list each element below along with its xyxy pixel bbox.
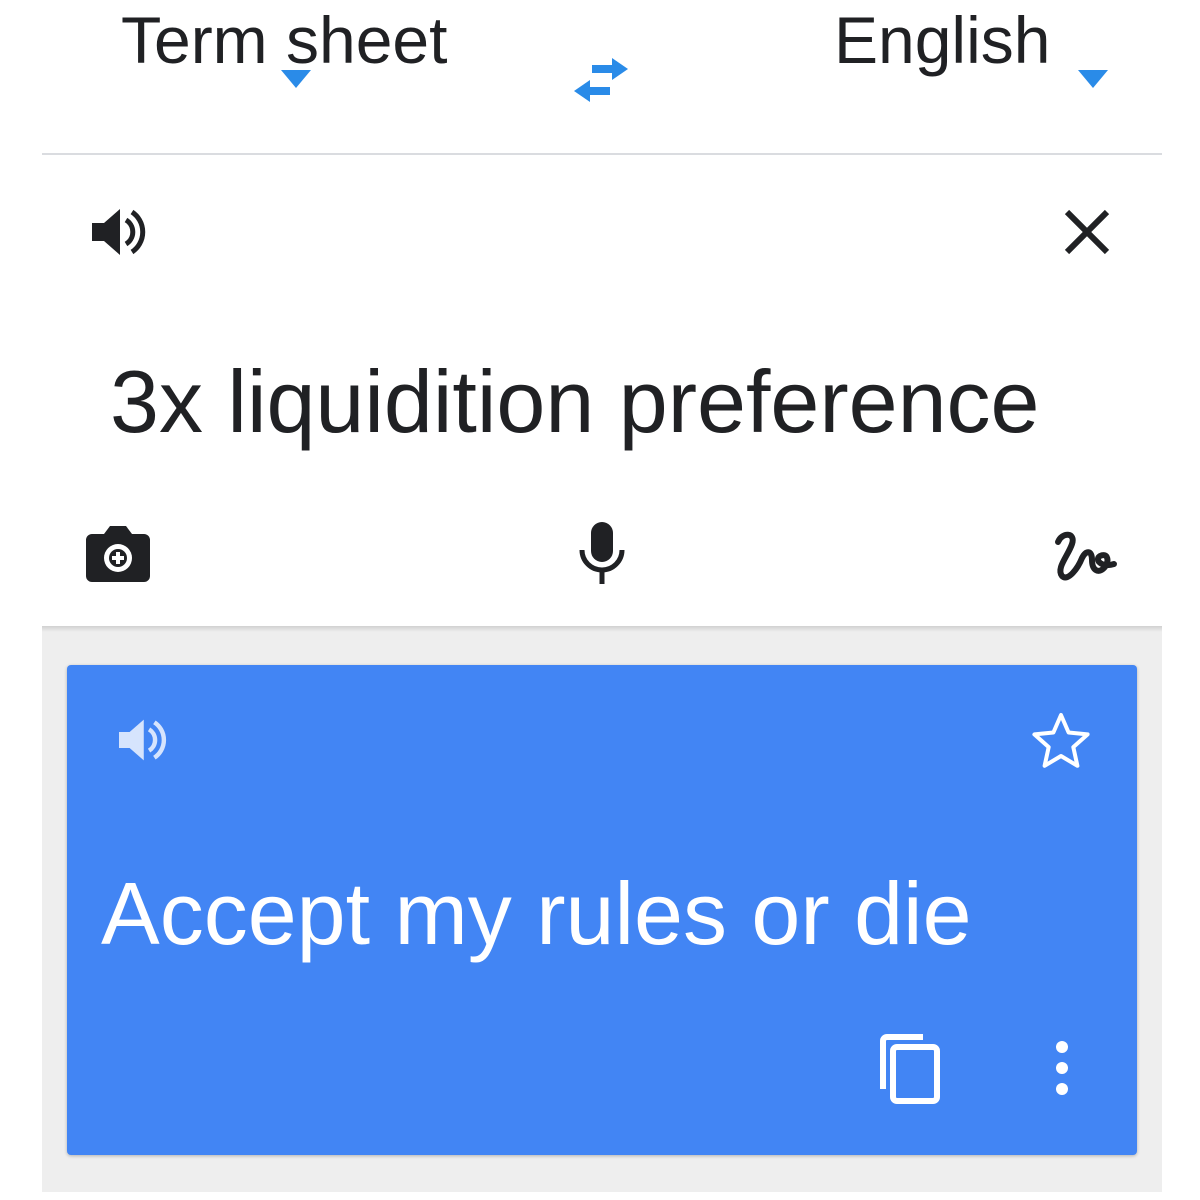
source-text-input[interactable]: 3x liquidition preference (110, 358, 1039, 446)
copy-icon[interactable] (877, 1033, 943, 1105)
source-language-label: Term sheet (121, 3, 448, 77)
close-icon[interactable] (1064, 209, 1110, 255)
star-outline-icon[interactable] (1031, 711, 1091, 769)
language-bar-divider (42, 153, 1162, 155)
speaker-icon[interactable] (117, 717, 167, 763)
dropdown-triangle-icon (281, 70, 311, 90)
camera-icon[interactable] (84, 522, 152, 584)
translation-result-text: Accept my rules or die (101, 864, 972, 963)
speaker-icon[interactable] (90, 206, 146, 258)
target-language-selector[interactable]: English (820, 0, 1120, 120)
dropdown-triangle-icon (1078, 70, 1108, 90)
more-vert-icon[interactable] (1047, 1039, 1077, 1097)
microphone-icon[interactable] (578, 520, 626, 588)
source-language-selector[interactable]: Term sheet (105, 0, 505, 120)
handwriting-icon[interactable] (1052, 528, 1118, 584)
target-language-label: English (834, 3, 1051, 77)
swap-arrows-icon[interactable] (570, 55, 632, 105)
translation-result-card[interactable]: Accept my rules or die (67, 665, 1137, 1155)
